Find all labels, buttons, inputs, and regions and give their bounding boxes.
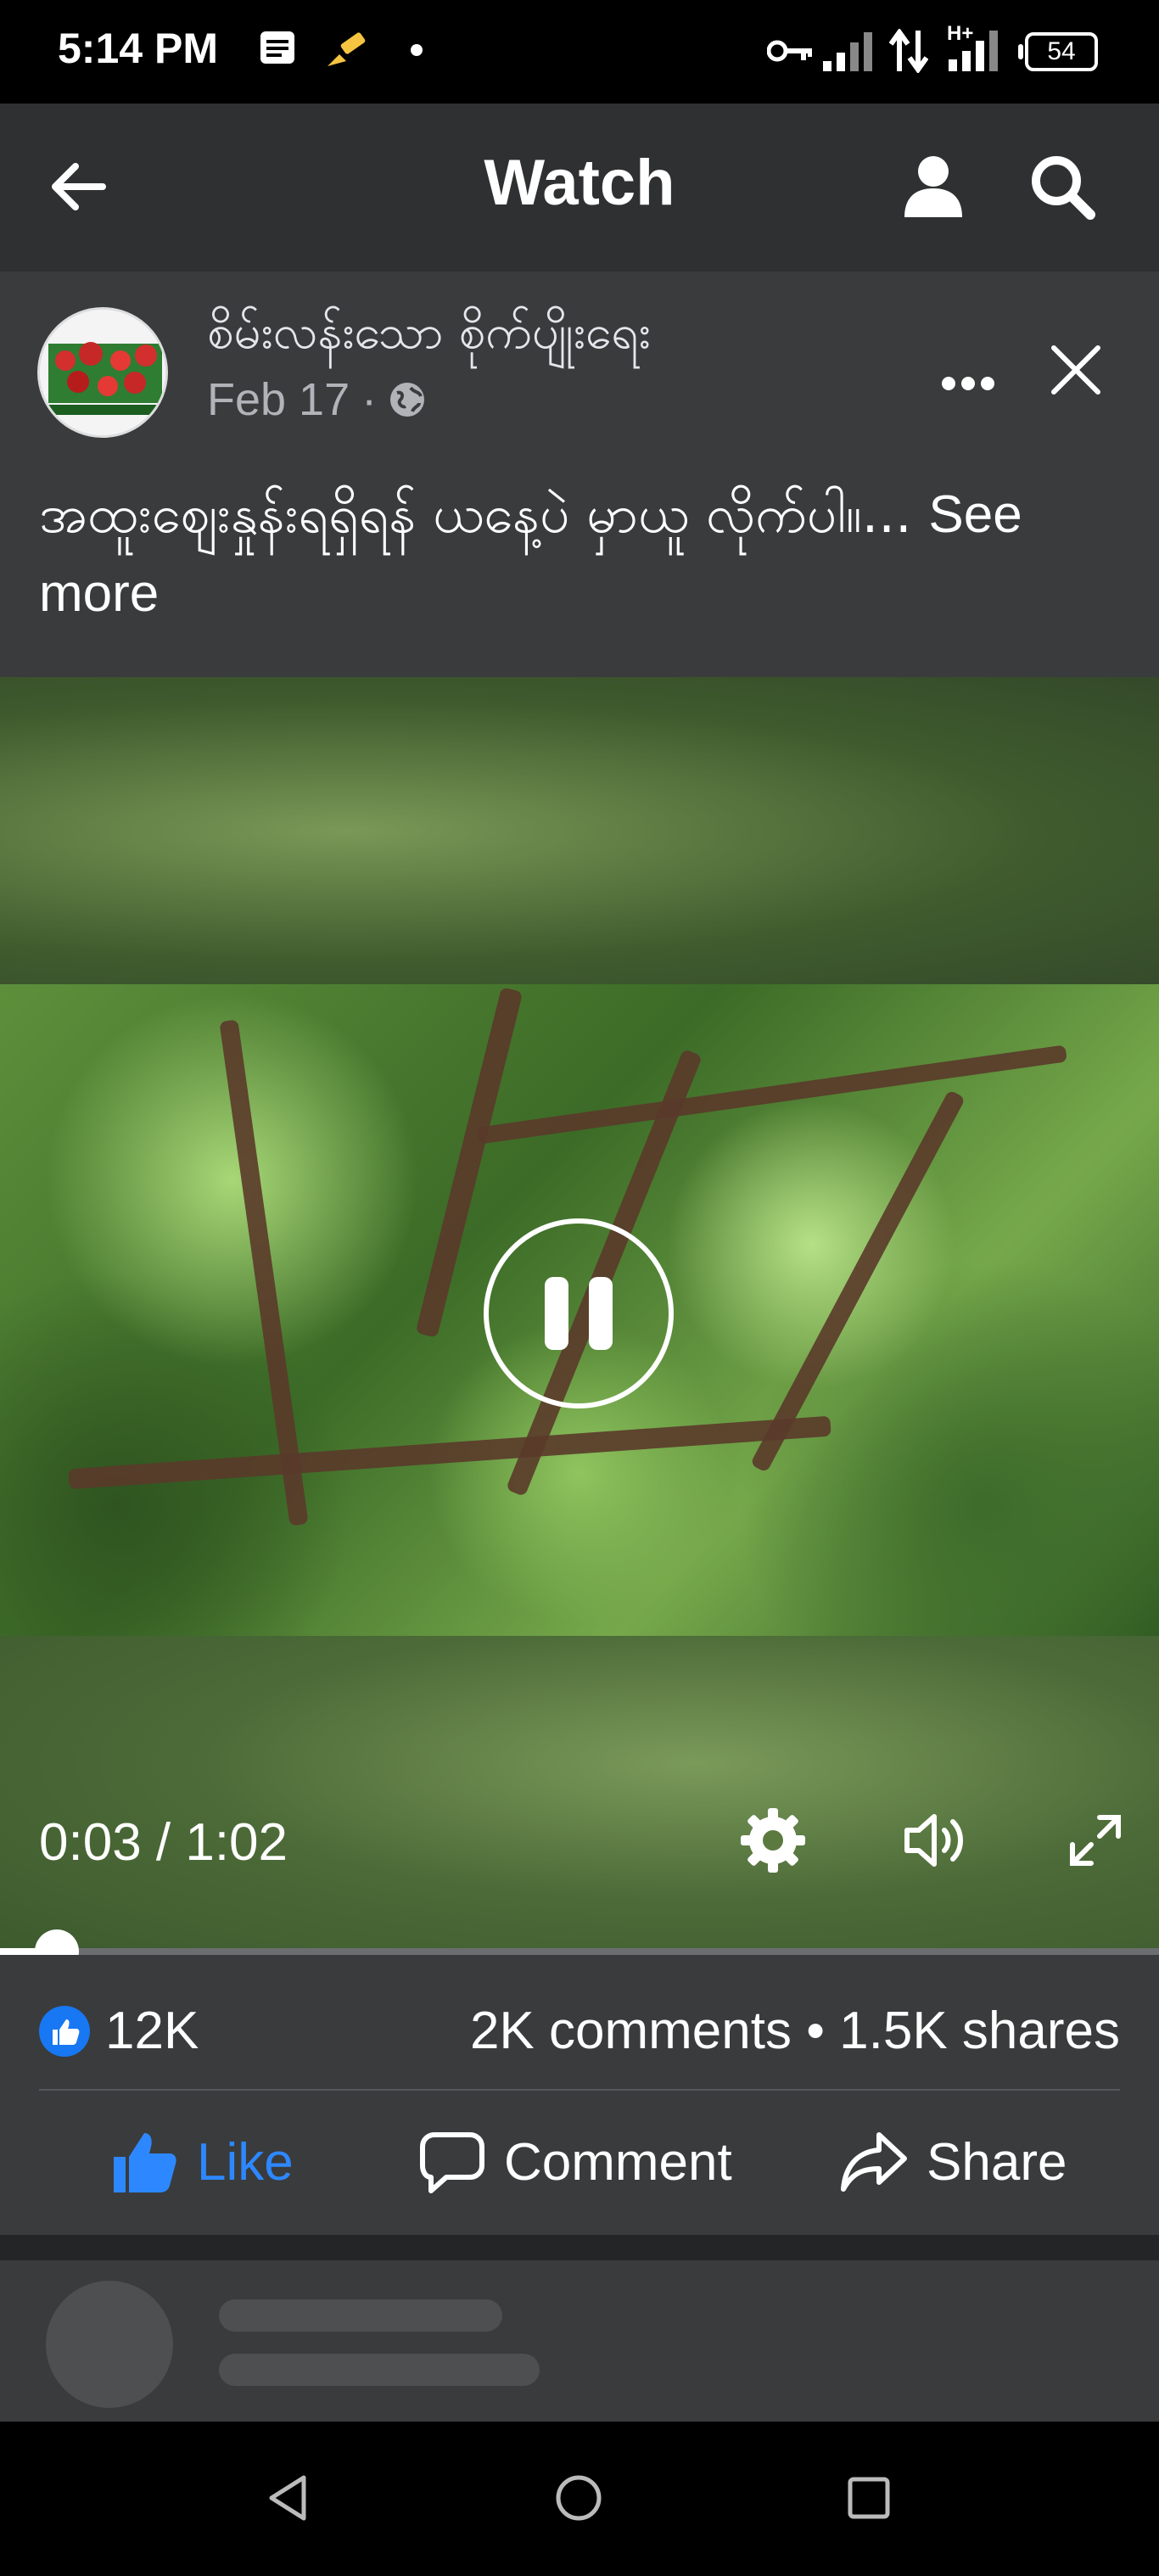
fullscreen-button[interactable] bbox=[1057, 1802, 1134, 1879]
profile-button[interactable] bbox=[891, 144, 976, 229]
comment-button[interactable]: Comment bbox=[419, 2130, 732, 2194]
top-navigation-bar: Watch bbox=[0, 104, 1159, 272]
signal-h-plus-icon bbox=[949, 31, 998, 71]
post-date[interactable]: Feb 17 bbox=[207, 373, 350, 426]
post-header: စိမ်းလန်းသော စိုက်ပျိုးရေး Feb 17 · အထူး… bbox=[0, 272, 1159, 677]
video-progress-bar[interactable] bbox=[0, 1929, 1159, 1974]
system-recents-button[interactable] bbox=[835, 2464, 903, 2532]
meta-separator: · bbox=[361, 374, 378, 425]
comments-shares-summary[interactable]: 2K comments • 1.5K shares bbox=[470, 2001, 1120, 2061]
page-avatar[interactable] bbox=[37, 307, 168, 438]
data-arrows-icon bbox=[889, 29, 928, 73]
profile-icon bbox=[904, 156, 962, 217]
close-icon bbox=[1051, 345, 1100, 395]
loading-post-placeholder bbox=[0, 2260, 1159, 2422]
comment-icon bbox=[420, 2132, 484, 2193]
system-home-button[interactable] bbox=[545, 2464, 613, 2532]
circle-home-icon bbox=[556, 2475, 602, 2521]
post-meta: Feb 17 · bbox=[207, 373, 426, 426]
reaction-summary[interactable]: 12K bbox=[39, 2001, 199, 2061]
search-icon bbox=[1032, 156, 1095, 220]
placeholder-avatar bbox=[46, 2281, 173, 2408]
comment-label: Comment bbox=[504, 2132, 732, 2192]
status-time: 5:14 PM bbox=[58, 25, 218, 72]
volume-icon bbox=[904, 1814, 963, 1867]
engagement-section: 12K 2K comments • 1.5K shares Like Comme… bbox=[0, 1955, 1159, 2235]
divider bbox=[39, 2089, 1120, 2091]
thumbs-up-icon bbox=[114, 2133, 176, 2192]
battery-indicator: 54 bbox=[1018, 32, 1098, 71]
more-options-button[interactable] bbox=[940, 350, 996, 400]
status-bar: 5:14 PM H+ 54 bbox=[0, 0, 1159, 104]
share-label: Share bbox=[927, 2132, 1067, 2192]
dot-icon bbox=[411, 44, 423, 56]
triangle-back-icon bbox=[269, 2475, 306, 2521]
like-reaction-icon bbox=[39, 2005, 90, 2057]
key-icon bbox=[767, 40, 812, 62]
volume-button[interactable] bbox=[896, 1802, 972, 1879]
video-blur-background-top bbox=[0, 677, 1159, 984]
square-recents-icon bbox=[848, 2477, 890, 2519]
pause-icon bbox=[545, 1277, 568, 1350]
placeholder-line bbox=[219, 2299, 502, 2332]
like-count: 12K bbox=[105, 2002, 199, 2060]
fullscreen-icon bbox=[1070, 1815, 1121, 1866]
video-time-display: 0:03 / 1:02 bbox=[39, 1813, 288, 1872]
like-button[interactable]: Like bbox=[110, 2130, 294, 2194]
page-title: Watch bbox=[484, 147, 675, 219]
system-navigation-bar bbox=[0, 2422, 1159, 2576]
more-dots-icon bbox=[942, 377, 994, 390]
video-player[interactable]: 0:03 / 1:02 bbox=[0, 677, 1159, 1955]
close-button[interactable] bbox=[1042, 336, 1110, 404]
settings-button[interactable] bbox=[735, 1802, 811, 1879]
signal-icon bbox=[823, 32, 872, 71]
share-button[interactable]: Share bbox=[840, 2130, 1067, 2194]
settings-gear-icon bbox=[741, 1808, 805, 1873]
pause-button[interactable] bbox=[484, 1218, 674, 1408]
brush-icon bbox=[328, 32, 366, 66]
system-back-button[interactable] bbox=[255, 2464, 322, 2532]
like-label: Like bbox=[197, 2132, 294, 2192]
share-icon bbox=[841, 2132, 907, 2192]
post-text: အထူးဈေးနှုန်းရရှိရန် ယနေ့ပဲ မှာယူ လိုက်ပ… bbox=[39, 475, 1125, 633]
feed-separator bbox=[0, 2235, 1159, 2260]
page-name[interactable]: စိမ်းလန်းသော စိုက်ပျိုးရေး bbox=[207, 302, 651, 372]
globe-icon bbox=[390, 383, 425, 417]
notes-icon bbox=[260, 31, 294, 64]
video-blur-background-bottom bbox=[0, 1636, 1159, 1955]
placeholder-line bbox=[219, 2354, 540, 2386]
post-caption: အထူးဈေးနှုန်းရရှိရန် ယနေ့ပဲ မှာယူ လိုက်ပ… bbox=[39, 483, 912, 545]
search-button[interactable] bbox=[1020, 144, 1105, 229]
